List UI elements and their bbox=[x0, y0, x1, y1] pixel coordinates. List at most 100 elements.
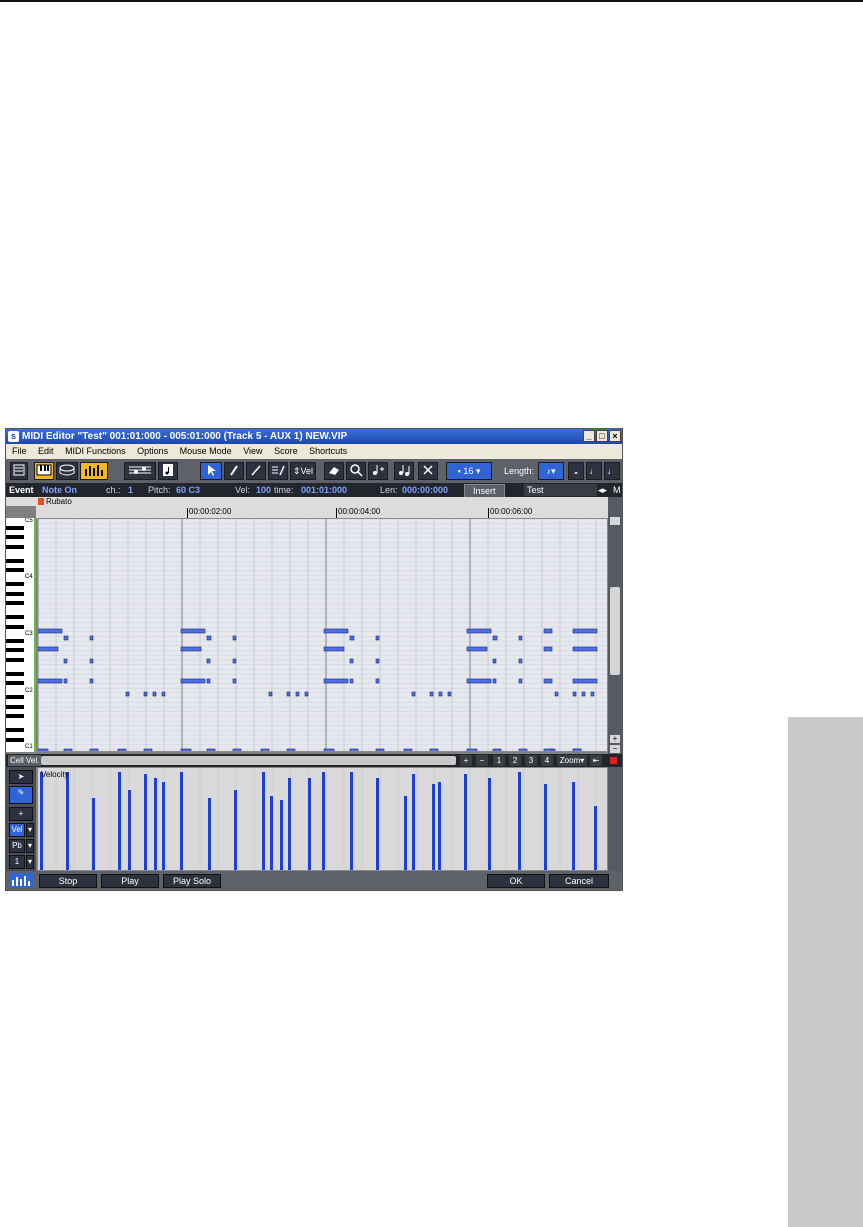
midi-note[interactable] bbox=[543, 646, 553, 652]
horizontal-scroll-thumb[interactable] bbox=[41, 756, 456, 765]
len-value[interactable]: 000:00:000 bbox=[402, 483, 448, 497]
maximize-button[interactable]: □ bbox=[596, 430, 608, 442]
velocity-bar[interactable] bbox=[464, 774, 467, 871]
midi-note[interactable] bbox=[492, 635, 498, 641]
vertical-scrollbar[interactable]: + − bbox=[608, 497, 622, 767]
velocity-bar[interactable] bbox=[594, 806, 597, 871]
black-key[interactable] bbox=[6, 582, 24, 587]
midi-note[interactable] bbox=[581, 691, 586, 697]
velocity-bar[interactable] bbox=[322, 772, 325, 871]
midi-note[interactable] bbox=[466, 678, 492, 684]
velocity-bar[interactable] bbox=[118, 772, 121, 871]
pb-select[interactable]: Pb bbox=[9, 839, 25, 853]
midi-note[interactable] bbox=[232, 635, 237, 641]
midi-note[interactable] bbox=[375, 678, 380, 684]
midi-note[interactable] bbox=[286, 748, 296, 752]
midi-note[interactable] bbox=[125, 691, 130, 697]
zoom-in-button[interactable]: + bbox=[460, 755, 472, 766]
zoom-out-button[interactable]: − bbox=[476, 755, 488, 766]
minimize-button[interactable]: _ bbox=[583, 430, 595, 442]
midi-note[interactable] bbox=[323, 628, 349, 634]
midi-note[interactable] bbox=[349, 635, 355, 641]
midi-note[interactable] bbox=[466, 628, 492, 634]
event-list-button[interactable] bbox=[10, 462, 28, 480]
black-key[interactable] bbox=[6, 544, 24, 549]
midi-note[interactable] bbox=[543, 628, 553, 634]
event-type-value[interactable]: Note On bbox=[42, 483, 77, 497]
midi-note[interactable] bbox=[403, 748, 413, 752]
marker-label[interactable]: Rubato bbox=[46, 497, 72, 506]
velocity-bar[interactable] bbox=[544, 784, 547, 871]
quarter-note-button[interactable]: ♩ bbox=[604, 462, 620, 480]
zoom-in-vertical-button[interactable]: + bbox=[610, 735, 620, 743]
midi-note[interactable] bbox=[466, 748, 478, 752]
velocity-bar[interactable] bbox=[144, 774, 147, 871]
velocity-bar[interactable] bbox=[180, 772, 183, 871]
midi-note[interactable] bbox=[572, 691, 577, 697]
chevron-down-icon[interactable]: ▾ bbox=[26, 823, 34, 837]
midi-note[interactable] bbox=[63, 635, 69, 641]
midi-note[interactable] bbox=[206, 658, 211, 664]
vel-select[interactable]: Vel bbox=[9, 823, 25, 837]
midi-note[interactable] bbox=[375, 748, 385, 752]
midi-note[interactable] bbox=[232, 748, 242, 752]
length-select[interactable]: ♪▾ bbox=[538, 462, 564, 480]
midi-note[interactable] bbox=[180, 646, 202, 652]
velocity-bar[interactable] bbox=[40, 772, 43, 871]
half-note-button[interactable]: ♩ bbox=[586, 462, 602, 480]
scroll-up-button[interactable] bbox=[610, 517, 620, 525]
midi-note[interactable] bbox=[304, 691, 309, 697]
zoom-level-3[interactable]: 3 bbox=[525, 755, 537, 766]
velocity-view-icon[interactable] bbox=[9, 873, 33, 888]
midi-note[interactable] bbox=[349, 748, 359, 752]
midi-note[interactable] bbox=[143, 691, 148, 697]
midi-note[interactable] bbox=[572, 646, 598, 652]
menu-view[interactable]: View bbox=[243, 446, 262, 456]
midi-note[interactable] bbox=[232, 678, 237, 684]
chevron-down-icon[interactable]: ▾ bbox=[26, 839, 34, 853]
black-key[interactable] bbox=[6, 695, 24, 700]
pitch-value[interactable]: 60 C3 bbox=[176, 483, 200, 497]
midi-note[interactable] bbox=[429, 748, 439, 752]
black-key[interactable] bbox=[6, 558, 24, 563]
zoom-level-4[interactable]: 4 bbox=[541, 755, 553, 766]
midi-note[interactable] bbox=[518, 678, 523, 684]
play-solo-button[interactable]: Play Solo bbox=[163, 874, 221, 888]
midi-note[interactable] bbox=[554, 691, 559, 697]
add-note-button[interactable] bbox=[368, 462, 388, 480]
velocity-editor-button[interactable] bbox=[80, 462, 108, 480]
midi-note[interactable] bbox=[38, 646, 59, 652]
midi-note[interactable] bbox=[466, 646, 488, 652]
menu-midi-functions[interactable]: MIDI Functions bbox=[65, 446, 126, 456]
velocity-bar[interactable] bbox=[208, 798, 211, 871]
quantize-select[interactable]: ▪ 16 ▾ bbox=[446, 462, 492, 480]
velocity-lane[interactable]: Velocity bbox=[37, 767, 608, 871]
midi-note[interactable] bbox=[518, 658, 523, 664]
velocity-bar[interactable] bbox=[66, 772, 69, 871]
line-tool-button[interactable] bbox=[246, 462, 266, 480]
velocity-bar[interactable] bbox=[92, 798, 95, 871]
menu-file[interactable]: File bbox=[12, 446, 27, 456]
velocity-bar[interactable] bbox=[262, 772, 265, 871]
midi-note[interactable] bbox=[63, 678, 68, 684]
midi-note[interactable] bbox=[232, 658, 237, 664]
midi-note[interactable] bbox=[206, 748, 216, 752]
midi-note[interactable] bbox=[438, 691, 443, 697]
vel-value[interactable]: 100 bbox=[256, 483, 271, 497]
midi-note[interactable] bbox=[572, 628, 598, 634]
midi-note[interactable] bbox=[447, 691, 452, 697]
midi-note[interactable] bbox=[492, 678, 497, 684]
eraser-tool-button[interactable] bbox=[324, 462, 344, 480]
black-key[interactable] bbox=[6, 671, 24, 676]
chevron-down-icon[interactable]: ▾ bbox=[26, 855, 34, 869]
midi-note[interactable] bbox=[323, 646, 345, 652]
zoom-tool-button[interactable] bbox=[346, 462, 366, 480]
velocity-bar[interactable] bbox=[438, 782, 441, 871]
velocity-bar[interactable] bbox=[518, 772, 521, 871]
midi-note[interactable] bbox=[89, 658, 94, 664]
piano-roll-button[interactable] bbox=[34, 462, 54, 480]
midi-note[interactable] bbox=[323, 748, 335, 752]
velocity-canvas[interactable] bbox=[38, 768, 608, 871]
midi-note[interactable] bbox=[206, 678, 211, 684]
midi-note[interactable] bbox=[63, 658, 68, 664]
